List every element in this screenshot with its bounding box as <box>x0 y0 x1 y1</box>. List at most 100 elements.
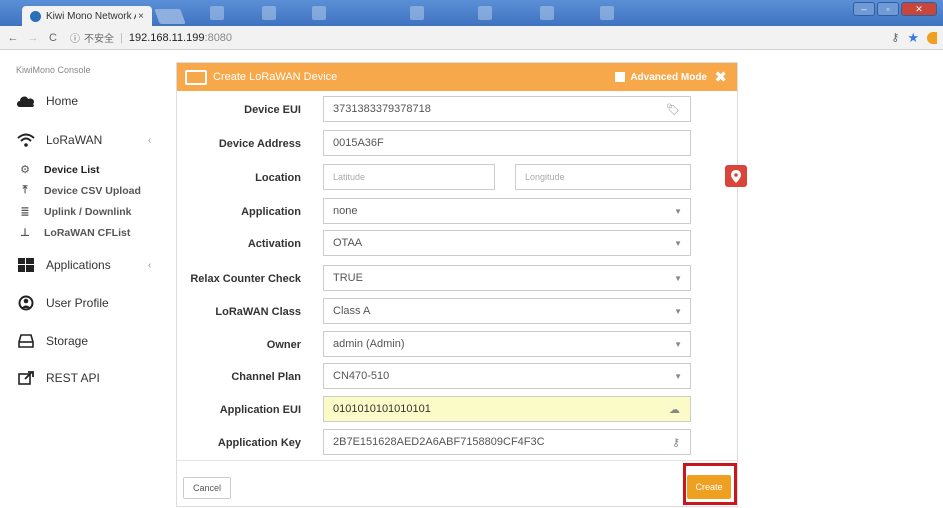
sidebar-subitem-csv-upload[interactable]: ⤒ Device CSV Upload <box>18 184 141 197</box>
security-label: 不安全 <box>84 34 114 45</box>
upload-icon: ⤒ <box>22 184 28 196</box>
blurred-tab-icon <box>410 6 424 20</box>
sidebar-item-lorawan[interactable]: LoRaWAN ‹ <box>16 132 151 148</box>
latitude-input[interactable]: Latitude <box>323 164 495 190</box>
row-device-eui: Device EUI 3731383379378718 🏷 <box>177 96 737 126</box>
security-info-icon[interactable]: ⓘ <box>70 30 80 45</box>
sidebar-subitem-label: Uplink / Downlink <box>44 205 132 218</box>
sidebar-item-applications[interactable]: Applications ‹ <box>16 257 151 273</box>
sidebar: KiwiMono Console Home LoRaWAN ‹ ⚙ Device… <box>0 51 165 507</box>
share-icon <box>16 370 36 386</box>
user-icon <box>16 295 36 311</box>
blurred-tab-icon <box>312 6 326 20</box>
row-application-key: Application Key 2B7E151628AED2A6ABF71588… <box>177 429 737 459</box>
modal-title: Create LoRaWAN Device <box>213 71 338 83</box>
relax-counter-label: Relax Counter Check <box>190 273 301 285</box>
sidebar-item-user-profile[interactable]: User Profile <box>16 295 109 311</box>
cancel-button[interactable]: Cancel <box>183 477 231 499</box>
dropdown-caret-icon: ▼ <box>674 273 682 283</box>
sidebar-subitem-label: Device List <box>44 163 100 176</box>
sitemap-icon: ⊥ <box>19 227 31 239</box>
device-address-label: Device Address <box>218 138 301 150</box>
new-tab-button[interactable] <box>154 9 186 24</box>
url-port[interactable]: :8080 <box>205 32 233 44</box>
sidebar-subitem-device-list[interactable]: ⚙ Device List <box>18 163 100 177</box>
blurred-tab-icon <box>478 6 492 20</box>
wifi-icon <box>16 132 36 148</box>
create-button[interactable]: Create <box>687 475 731 499</box>
url-separator: | <box>120 31 123 44</box>
application-label: Application <box>241 206 301 218</box>
owner-label: Owner <box>266 339 301 351</box>
device-icon <box>185 69 207 85</box>
browser-tab[interactable]: Kiwi Mono Network Ad × <box>22 6 152 26</box>
application-eui-label: Application EUI <box>219 404 301 416</box>
sidebar-subitem-cflist[interactable]: ⊥ LoRaWAN CFList <box>18 226 130 240</box>
reload-icon[interactable]: C <box>46 32 60 44</box>
sidebar-item-label: Home <box>46 94 79 108</box>
row-relax-counter: Relax Counter Check TRUE ▼ <box>177 265 737 295</box>
row-lorawan-class: LoRaWAN Class Class A ▼ <box>177 298 737 328</box>
row-application-eui: Application EUI 0101010101010101 ☁ <box>177 396 737 426</box>
sidebar-item-label: Storage <box>46 334 89 348</box>
application-key-input[interactable]: 2B7E151628AED2A6ABF7158809CF4F3C ⚷ <box>323 429 691 455</box>
lorawan-class-label: LoRaWAN Class <box>215 306 301 318</box>
sidebar-subitem-uplink-downlink[interactable]: ≣ Uplink / Downlink <box>18 205 132 219</box>
advanced-mode-toggle[interactable]: Advanced Mode <box>615 72 707 83</box>
row-channel-plan: Channel Plan CN470-510 ▼ <box>177 363 737 393</box>
map-pin-button[interactable] <box>725 165 747 187</box>
application-eui-input[interactable]: 0101010101010101 ☁ <box>323 396 691 422</box>
longitude-input[interactable]: Longitude <box>515 164 691 190</box>
window-controls: – ▫ ✕ <box>853 2 937 16</box>
dropdown-caret-icon: ▼ <box>674 238 682 248</box>
chevron-left-icon: ‹ <box>148 259 152 271</box>
modal-footer: Cancel Create <box>177 460 737 508</box>
brand-label: KiwiMono Console <box>16 65 91 75</box>
bookmark-star-icon[interactable]: ★ <box>907 30 919 46</box>
advanced-mode-label: Advanced Mode <box>630 71 707 83</box>
blurred-tab-icon <box>540 6 554 20</box>
sidebar-item-storage[interactable]: Storage <box>16 333 88 349</box>
address-bar: ← → C ⓘ 不安全 | 192.168.11.199 :8080 ⚷ ★ <box>0 26 943 50</box>
sidebar-item-home[interactable]: Home <box>16 93 78 109</box>
key-icon[interactable]: ⚷ <box>891 31 899 44</box>
dropdown-caret-icon: ▼ <box>674 206 682 216</box>
dropdown-caret-icon: ▼ <box>674 339 682 349</box>
sidebar-item-rest-api[interactable]: REST API <box>16 370 100 386</box>
modal-close-icon[interactable]: ✖ <box>714 68 727 86</box>
map-marker-icon <box>731 169 741 183</box>
owner-select[interactable]: admin (Admin) ▼ <box>323 331 691 357</box>
chevron-left-icon: ‹ <box>148 134 152 146</box>
advanced-mode-checkbox[interactable] <box>615 72 626 82</box>
browser-titlebar: Kiwi Mono Network Ad × – ▫ ✕ <box>0 0 943 26</box>
channel-plan-select[interactable]: CN470-510 ▼ <box>323 363 691 389</box>
tab-close-icon[interactable]: × <box>138 11 144 22</box>
extension-icon[interactable] <box>927 31 937 44</box>
window-close-icon[interactable]: ✕ <box>901 2 937 16</box>
forward-icon[interactable]: → <box>26 32 40 44</box>
sidebar-item-label: Applications <box>46 258 111 272</box>
row-location: Location Latitude Longitude <box>177 164 747 194</box>
sidebar-item-label: REST API <box>46 371 100 385</box>
minimize-icon[interactable]: – <box>853 2 875 16</box>
lorawan-class-select[interactable]: Class A ▼ <box>323 298 691 324</box>
activation-select[interactable]: OTAA ▼ <box>323 230 691 256</box>
device-address-input[interactable]: 0015A36F <box>323 130 691 156</box>
relax-counter-select[interactable]: TRUE ▼ <box>323 265 691 291</box>
key-icon[interactable]: ⚷ <box>672 436 680 449</box>
device-eui-input[interactable]: 3731383379378718 🏷 <box>323 96 691 122</box>
back-icon[interactable]: ← <box>6 32 20 44</box>
dropdown-caret-icon: ▼ <box>674 306 682 316</box>
url-host[interactable]: 192.168.11.199 <box>129 32 205 44</box>
database-icon: ≣ <box>20 206 30 218</box>
dropdown-caret-icon: ▼ <box>674 371 682 381</box>
cloud-icon[interactable]: ☁ <box>669 403 680 416</box>
tag-icon[interactable]: 🏷 <box>666 103 680 116</box>
location-label: Location <box>255 172 301 184</box>
create-device-modal: Create LoRaWAN Device Advanced Mode ✖ De… <box>176 62 747 508</box>
application-select[interactable]: none ▼ <box>323 198 691 224</box>
row-device-address: Device Address 0015A36F <box>177 130 737 160</box>
blurred-tab-icon <box>210 6 224 20</box>
row-owner: Owner admin (Admin) ▼ <box>177 331 737 361</box>
maximize-icon[interactable]: ▫ <box>877 2 899 16</box>
